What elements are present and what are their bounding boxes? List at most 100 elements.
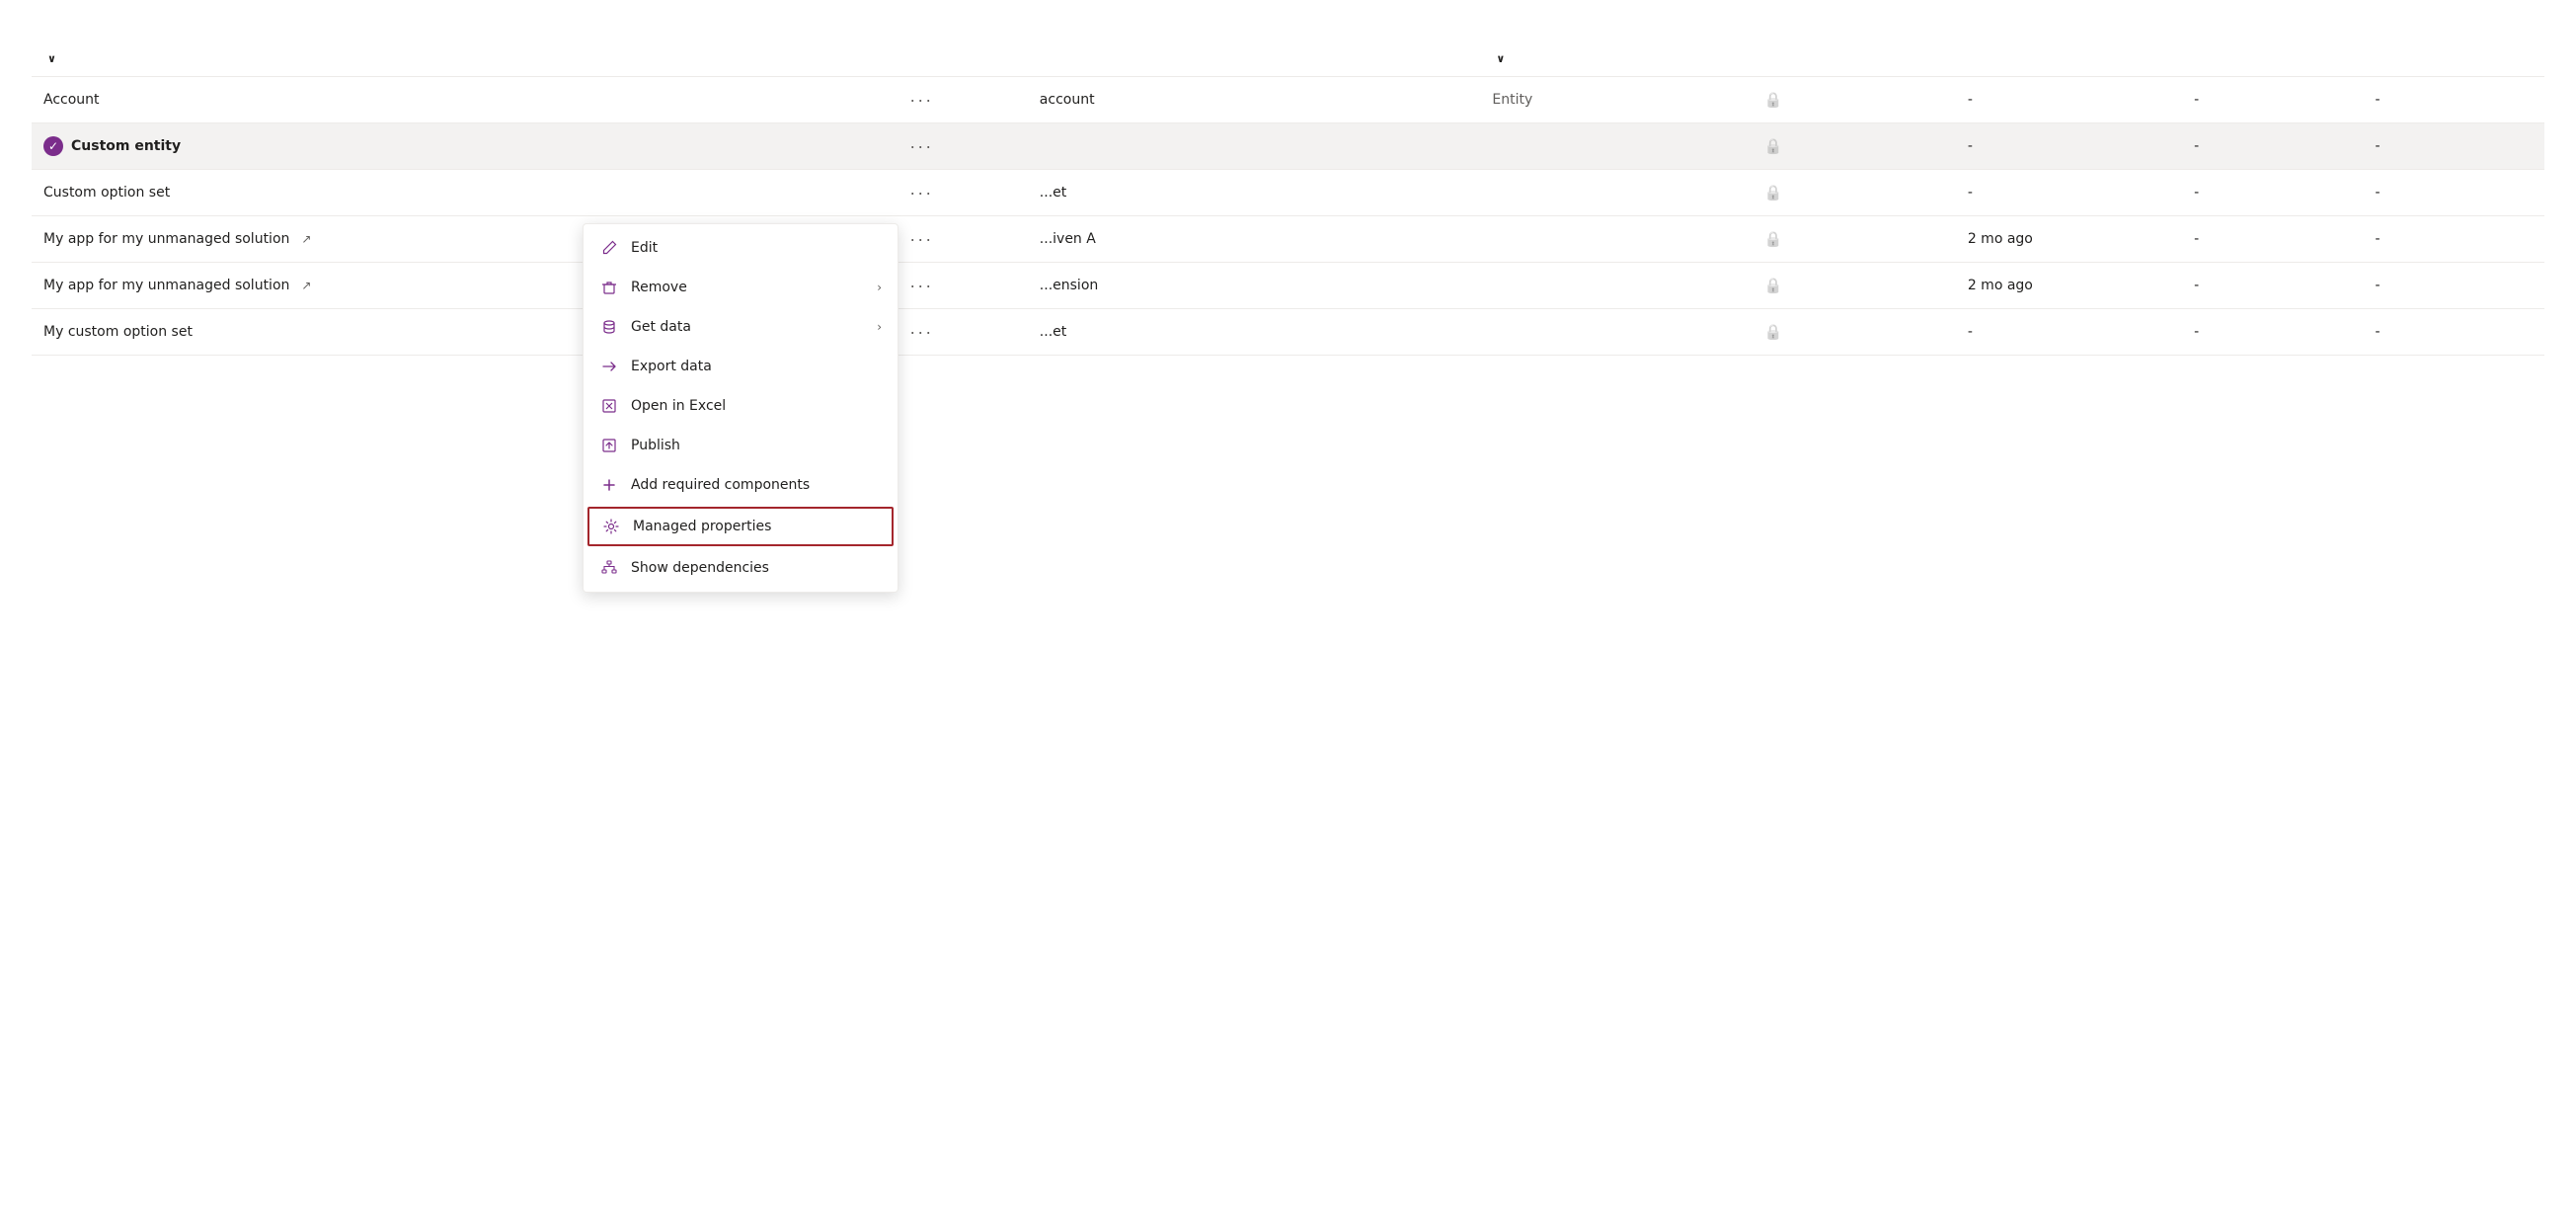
lock-icon: 🔒 <box>1763 184 1782 202</box>
col-header-managed <box>1752 41 1955 77</box>
cell-dots: ··· <box>892 263 1028 309</box>
col-header-dots <box>892 41 1028 77</box>
table-header-row: ∨ ∨ <box>32 41 2544 77</box>
col-header-owner <box>2182 41 2363 77</box>
menu-item-export-data[interactable]: Export data <box>584 347 898 386</box>
table-container: ∨ ∨ <box>0 26 2576 371</box>
menu-item-open-excel[interactable]: Open in Excel <box>584 386 898 426</box>
cell-display-name: Custom option set <box>32 170 892 216</box>
selected-check-icon: ✓ <box>43 136 63 156</box>
cell-type <box>1480 216 1752 263</box>
cell-type <box>1480 123 1752 170</box>
menu-item-managed-properties[interactable]: Managed properties <box>587 507 894 546</box>
col-header-display-name[interactable]: ∨ <box>32 41 892 77</box>
external-link-icon: ↗ <box>301 279 311 292</box>
database-icon <box>599 317 619 337</box>
menu-item-label-open-excel: Open in Excel <box>631 398 882 414</box>
cell-type <box>1480 263 1752 309</box>
cell-modified: - <box>1956 123 2182 170</box>
more-options-button[interactable]: ··· <box>903 182 939 203</box>
col-header-type[interactable]: ∨ <box>1480 41 1752 77</box>
menu-item-label-get-data: Get data <box>631 319 865 335</box>
cell-name: ...et <box>1028 309 1481 356</box>
cell-status: - <box>2364 77 2544 123</box>
cell-display-name: Account <box>32 77 892 123</box>
excel-icon <box>599 396 619 416</box>
plus-icon <box>599 475 619 495</box>
table-row[interactable]: My app for my unmanaged solution ↗ ··· ...e… <box>32 263 2544 309</box>
cell-managed: 🔒 <box>1752 309 1955 356</box>
menu-item-publish[interactable]: Publish <box>584 426 898 465</box>
menu-item-remove[interactable]: Remove › <box>584 268 898 307</box>
more-options-button[interactable]: ··· <box>903 89 939 111</box>
cell-name: ...iven A <box>1028 216 1481 263</box>
menu-item-label-edit: Edit <box>631 240 882 256</box>
menu-item-label-managed-properties: Managed properties <box>633 519 880 534</box>
lock-icon: 🔒 <box>1763 277 1782 294</box>
display-name-text: Custom entity <box>71 138 181 154</box>
cell-modified: - <box>1956 77 2182 123</box>
cell-owner: - <box>2182 77 2363 123</box>
col-header-name <box>1028 41 1481 77</box>
cell-dots: ··· <box>892 170 1028 216</box>
table-row[interactable]: ✓Custom entity···🔒--- <box>32 123 2544 170</box>
lock-icon: 🔒 <box>1763 323 1782 341</box>
cell-display-name: ✓ Custom entity <box>32 123 892 170</box>
trash-icon <box>599 278 619 297</box>
cell-modified: - <box>1956 170 2182 216</box>
col-header-modified <box>1956 41 2182 77</box>
table-row[interactable]: My app for my unmanaged solution ↗ ··· ...i… <box>32 216 2544 263</box>
cell-type <box>1480 170 1752 216</box>
menu-item-show-dependencies[interactable]: Show dependencies <box>584 548 898 588</box>
cell-dots: ··· <box>892 309 1028 356</box>
lock-icon: 🔒 <box>1763 137 1782 155</box>
context-menu: Edit Remove › Get data › Export data Open in E… <box>583 223 898 593</box>
external-link-icon: ↗ <box>301 232 311 246</box>
table-row[interactable]: Custom option set···...et🔒--- <box>32 170 2544 216</box>
display-name-text: My app for my unmanaged solution <box>43 278 289 293</box>
cell-name: account <box>1028 77 1481 123</box>
cell-dots: ··· <box>892 123 1028 170</box>
cell-dots: ··· <box>892 216 1028 263</box>
more-options-button[interactable]: ··· <box>903 321 939 343</box>
menu-item-add-required[interactable]: Add required components <box>584 465 898 505</box>
export-icon <box>599 357 619 376</box>
cell-status: - <box>2364 263 2544 309</box>
cell-status: - <box>2364 123 2544 170</box>
cell-name <box>1028 123 1481 170</box>
cell-managed: 🔒 <box>1752 263 1955 309</box>
cell-managed: 🔒 <box>1752 77 1955 123</box>
more-options-button[interactable]: ··· <box>903 275 939 296</box>
table-row[interactable]: Account···accountEntity🔒--- <box>32 77 2544 123</box>
menu-item-label-remove: Remove <box>631 280 865 295</box>
cell-name: ...ension <box>1028 263 1481 309</box>
cell-modified: 2 mo ago <box>1956 216 2182 263</box>
cell-type <box>1480 309 1752 356</box>
cell-owner: - <box>2182 263 2363 309</box>
lock-icon: 🔒 <box>1763 91 1782 109</box>
table-row[interactable]: My custom option set···...et🔒--- <box>32 309 2544 356</box>
cell-owner: - <box>2182 170 2363 216</box>
display-name-text: My app for my unmanaged solution <box>43 231 289 247</box>
breadcrumb <box>0 0 2576 26</box>
data-table: ∨ ∨ <box>32 41 2544 356</box>
display-name-text: My custom option set <box>43 324 193 340</box>
cell-owner: - <box>2182 309 2363 356</box>
cell-type: Entity <box>1480 77 1752 123</box>
hierarchy-icon <box>599 558 619 578</box>
more-options-button[interactable]: ··· <box>903 228 939 250</box>
lock-icon: 🔒 <box>1763 230 1782 248</box>
cell-owner: - <box>2182 216 2363 263</box>
cell-status: - <box>2364 309 2544 356</box>
menu-item-label-add-required: Add required components <box>631 477 882 493</box>
submenu-arrow-icon: › <box>877 320 882 334</box>
cell-modified: 2 mo ago <box>1956 263 2182 309</box>
more-options-button[interactable]: ··· <box>903 135 939 157</box>
cell-owner: - <box>2182 123 2363 170</box>
cell-name: ...et <box>1028 170 1481 216</box>
cell-managed: 🔒 <box>1752 216 1955 263</box>
menu-item-edit[interactable]: Edit <box>584 228 898 268</box>
cell-status: - <box>2364 170 2544 216</box>
menu-item-get-data[interactable]: Get data › <box>584 307 898 347</box>
submenu-arrow-icon: › <box>877 281 882 294</box>
